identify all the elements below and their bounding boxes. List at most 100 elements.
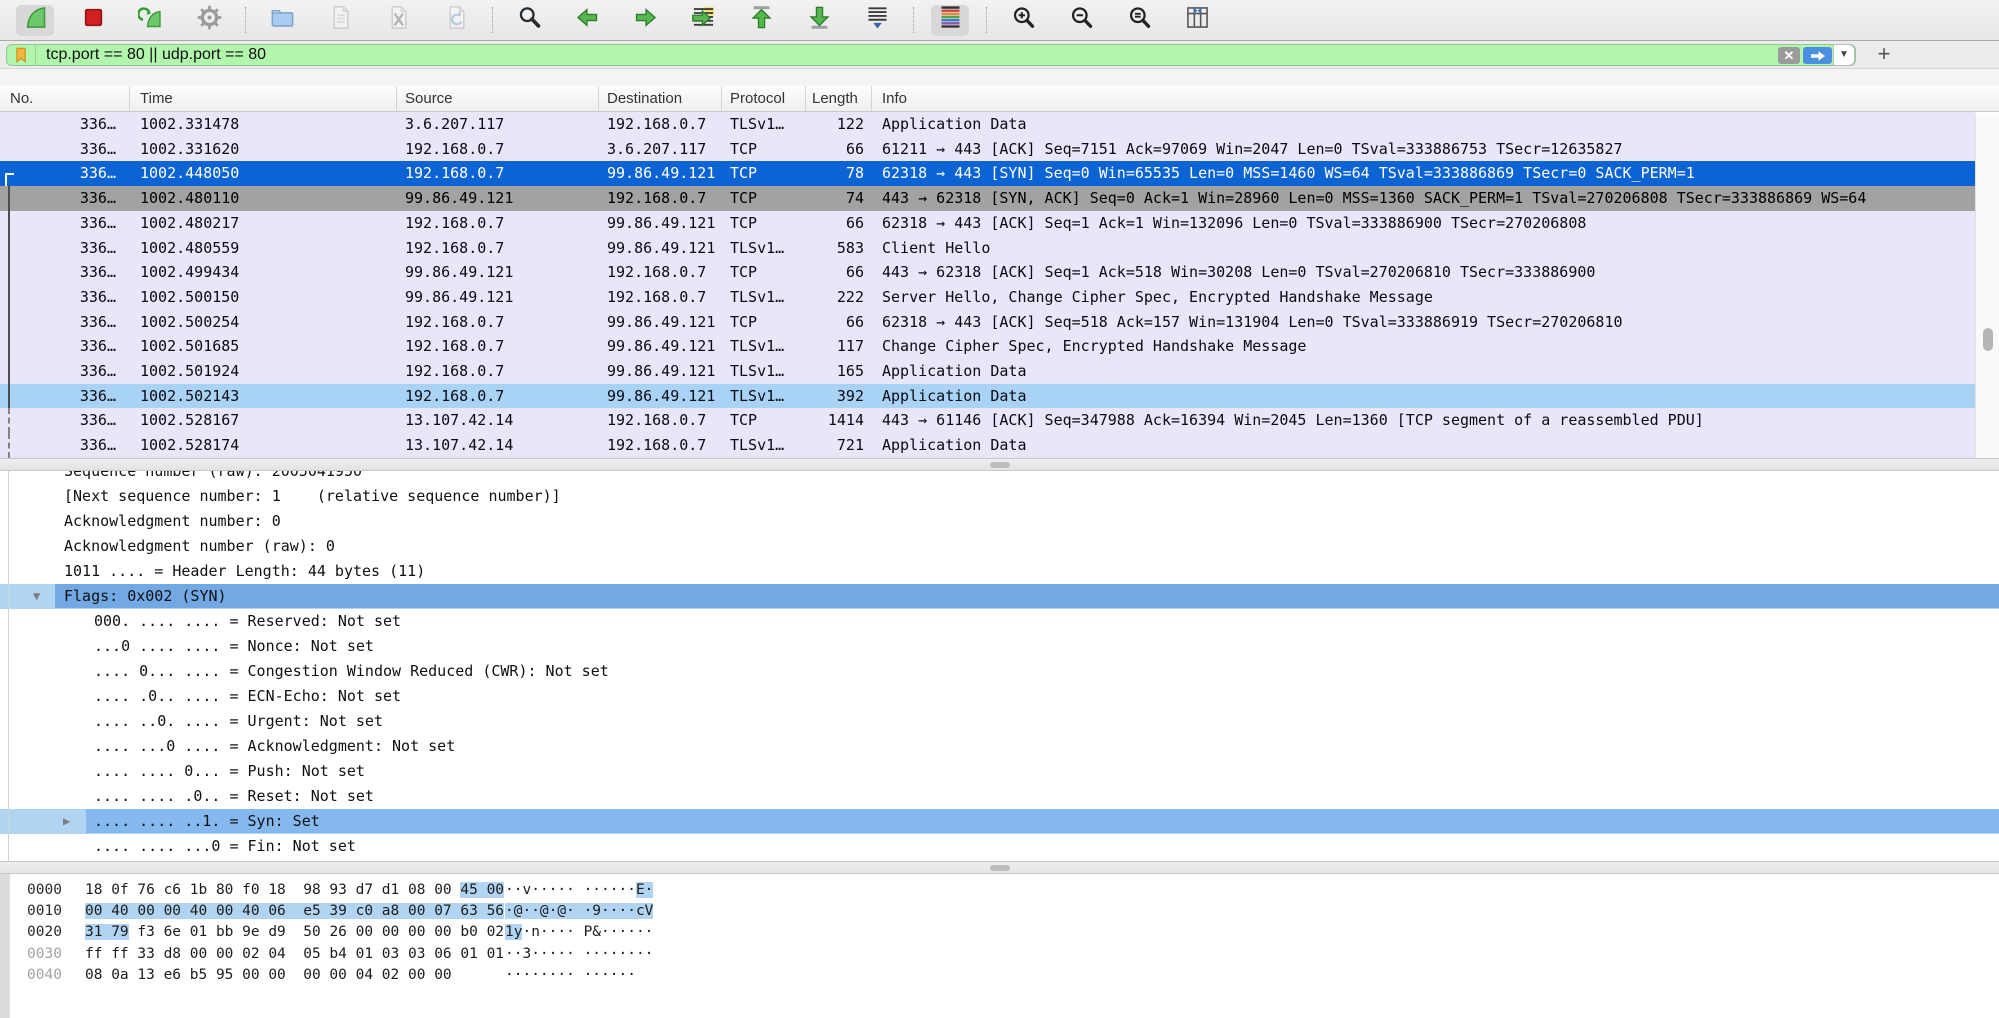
packet-row[interactable]: 336…1002.48011099.86.49.121192.168.0.7TC… <box>0 186 1975 211</box>
hex-row[interactable]: 0030ff ff 33 d8 00 00 02 04 05 b4 01 03 … <box>27 944 1999 965</box>
hex-offset: 0020 <box>27 922 64 943</box>
zoom-original-button[interactable] <box>1120 5 1158 36</box>
column-header-no[interactable]: No. <box>0 86 130 111</box>
detail-row[interactable]: 000. .... .... = Reserved: Not set <box>0 609 1999 634</box>
detail-row[interactable]: .... ..0. .... = Urgent: Not set <box>0 709 1999 734</box>
splitter-list-details[interactable] <box>0 458 1999 471</box>
packet-list: 336…1002.3314783.6.207.117192.168.0.7TLS… <box>0 112 1975 458</box>
detail-row[interactable]: .... .... 0... = Push: Not set <box>0 759 1999 784</box>
splitter-grip-icon[interactable] <box>990 865 1010 871</box>
hex-row[interactable]: 002031 79 f3 6e 01 bb 9e d9 50 26 00 00 … <box>27 922 1999 943</box>
toolbar-divider <box>245 7 246 33</box>
find-packet-icon <box>516 4 543 36</box>
packet-row[interactable]: 336…1002.500254192.168.0.799.86.49.121TC… <box>0 310 1975 335</box>
apply-filter-button[interactable] <box>1803 47 1832 64</box>
restart-capture-button[interactable] <box>132 5 170 36</box>
go-to-packet-button[interactable] <box>684 5 722 36</box>
detail-row[interactable]: Acknowledgment number: 0 <box>0 509 1999 534</box>
expander-open-icon[interactable]: ▼ <box>33 584 40 609</box>
packet-row[interactable]: 336…1002.49943499.86.49.121192.168.0.7TC… <box>0 260 1975 285</box>
packet-list-header: No.TimeSourceDestinationProtocolLengthIn… <box>0 86 1999 112</box>
splitter-details-bytes[interactable] <box>0 861 1999 874</box>
scrollbar-thumb[interactable] <box>1983 328 1993 351</box>
clear-filter-button[interactable]: ✕ <box>1778 47 1800 64</box>
bookmark-icon[interactable] <box>12 46 30 64</box>
packet-row[interactable]: 336…1002.448050192.168.0.799.86.49.121TC… <box>0 161 1975 186</box>
detail-row[interactable]: .... .... .0.. = Reset: Not set <box>0 784 1999 809</box>
detail-row[interactable]: 1011 .... = Header Length: 44 bytes (11) <box>0 559 1999 584</box>
detail-row[interactable]: ...0 .... .... = Nonce: Not set <box>0 634 1999 659</box>
previous-packet-button[interactable] <box>568 5 606 36</box>
filter-dropdown-button[interactable]: ▼ <box>1833 44 1855 66</box>
packet-row[interactable]: 336…1002.501924192.168.0.799.86.49.121TL… <box>0 359 1975 384</box>
auto-scroll-button[interactable] <box>858 5 896 36</box>
packet-row[interactable]: 336…1002.501685192.168.0.799.86.49.121TL… <box>0 334 1975 359</box>
first-packet-button[interactable] <box>742 5 780 36</box>
packet-row[interactable]: 336…1002.52816713.107.42.14192.168.0.7TC… <box>0 408 1975 433</box>
hex-span: 45 00 <box>460 882 504 898</box>
display-filter-text[interactable]: tcp.port == 80 || udp.port == 80 <box>46 46 266 64</box>
cell-time: 1002.528174 <box>130 433 397 458</box>
close-file-button[interactable] <box>379 5 417 36</box>
cell-no: 336… <box>0 310 130 335</box>
detail-row[interactable]: .... 0... .... = Congestion Window Reduc… <box>0 659 1999 684</box>
detail-text: .... 0... .... = Congestion Window Reduc… <box>94 659 1999 684</box>
splitter-grip-icon[interactable] <box>990 462 1010 468</box>
detail-row[interactable]: ▼Flags: 0x002 (SYN) <box>0 584 1999 609</box>
zoom-out-button[interactable] <box>1062 5 1100 36</box>
hex-row[interactable]: 004008 0a 13 e6 b5 95 00 00 00 00 04 02 … <box>27 965 1999 986</box>
open-file-icon <box>269 4 296 36</box>
reload-file-button[interactable] <box>437 5 475 36</box>
detail-row[interactable]: .... .0.. .... = ECN-Echo: Not set <box>0 684 1999 709</box>
packet-row[interactable]: 336…1002.480217192.168.0.799.86.49.121TC… <box>0 211 1975 236</box>
save-file-button[interactable] <box>321 5 359 36</box>
stop-capture-button[interactable] <box>74 5 112 36</box>
detail-row[interactable]: Sequence number (raw): 2005041950 <box>0 471 1999 484</box>
hex-row[interactable]: 000018 0f 76 c6 1b 80 f0 18 98 93 d7 d1 … <box>27 880 1999 901</box>
cell-info: Application Data <box>872 433 1027 458</box>
open-file-button[interactable] <box>263 5 301 36</box>
packet-row[interactable]: 336…1002.480559192.168.0.799.86.49.121TL… <box>0 236 1975 261</box>
capture-options-button[interactable] <box>190 5 228 36</box>
zoom-in-button[interactable] <box>1004 5 1042 36</box>
display-filter-input[interactable]: tcp.port == 80 || udp.port == 80 ✕ ▼ <box>6 44 1856 66</box>
detail-text: .... ..0. .... = Urgent: Not set <box>94 709 1999 734</box>
packet-row[interactable]: 336…1002.331620192.168.0.73.6.207.117TCP… <box>0 137 1975 162</box>
column-header-length[interactable]: Length <box>806 86 872 111</box>
detail-row[interactable]: ▶.... .... ..1. = Syn: Set <box>0 809 1999 834</box>
packet-row[interactable]: 336…1002.502143192.168.0.799.86.49.121TL… <box>0 384 1975 409</box>
column-header-time[interactable]: Time <box>130 86 397 111</box>
next-packet-button[interactable] <box>626 5 664 36</box>
detail-row[interactable]: [Next sequence number: 1 (relative seque… <box>0 484 1999 509</box>
column-header-protocol[interactable]: Protocol <box>722 86 806 111</box>
packet-row[interactable]: 336…1002.52817413.107.42.14192.168.0.7TL… <box>0 433 1975 458</box>
detail-text: [Next sequence number: 1 (relative seque… <box>64 484 1999 509</box>
first-packet-icon <box>748 4 775 36</box>
start-capture-button[interactable] <box>16 5 54 36</box>
column-header-destination[interactable]: Destination <box>599 86 722 111</box>
last-packet-button[interactable] <box>800 5 838 36</box>
ascii-bytes: ··3····· ········ <box>505 946 653 962</box>
hex-offset: 0010 <box>27 901 64 922</box>
hex-bytes: 08 0a 13 e6 b5 95 00 00 00 00 04 02 00 0… <box>85 965 505 986</box>
previous-packet-icon <box>574 4 601 36</box>
detail-row[interactable]: .... ...0 .... = Acknowledgment: Not set <box>0 734 1999 759</box>
detail-row[interactable]: Acknowledgment number (raw): 0 <box>0 534 1999 559</box>
detail-row[interactable]: .... .... ...0 = Fin: Not set <box>0 834 1999 859</box>
wireshark-window: tcp.port == 80 || udp.port == 80 ✕ ▼ + N… <box>0 0 1999 1018</box>
packet-row[interactable]: 336…1002.50015099.86.49.121192.168.0.7TL… <box>0 285 1975 310</box>
cell-time: 1002.331478 <box>130 112 397 137</box>
colorize-packets-button[interactable] <box>931 5 969 36</box>
packet-row[interactable]: 336…1002.3314783.6.207.117192.168.0.7TLS… <box>0 112 1975 137</box>
find-packet-button[interactable] <box>510 5 548 36</box>
cell-no: 336… <box>0 433 130 458</box>
packet-list-scrollbar[interactable] <box>1975 113 1999 458</box>
cell-time: 1002.480110 <box>130 186 397 211</box>
expander-closed-icon[interactable]: ▶ <box>63 809 70 834</box>
column-header-info[interactable]: Info <box>872 86 1999 111</box>
column-header-source[interactable]: Source <box>397 86 599 111</box>
add-filter-button[interactable]: + <box>1872 44 1896 66</box>
cell-proto: TCP <box>722 310 806 335</box>
resize-columns-button[interactable] <box>1178 5 1216 36</box>
hex-row[interactable]: 001000 40 00 00 40 00 40 06 e5 39 c0 a8 … <box>27 901 1999 922</box>
